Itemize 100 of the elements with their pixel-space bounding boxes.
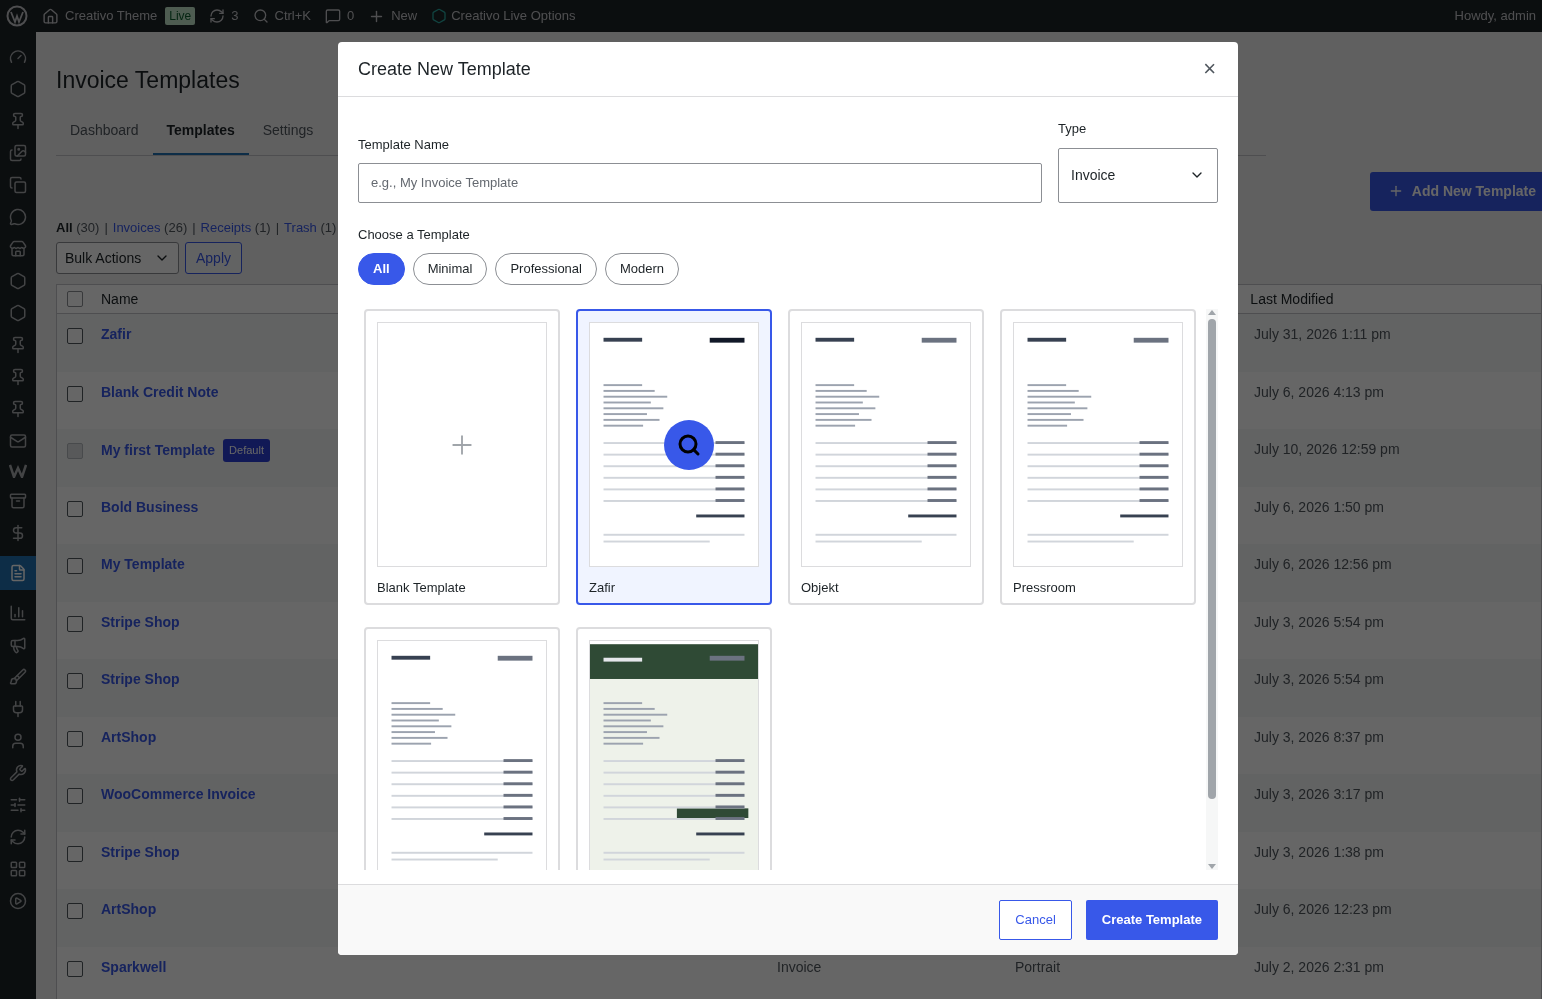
wordpress-logo-icon[interactable] xyxy=(6,5,28,27)
row-checkbox[interactable] xyxy=(67,558,83,574)
menu-icon[interactable] xyxy=(9,892,27,910)
category-pill[interactable]: Professional xyxy=(495,253,597,285)
page-tab[interactable]: Dashboard xyxy=(56,119,153,155)
template-card[interactable]: Objekt xyxy=(788,309,984,605)
row-checkbox[interactable] xyxy=(67,845,83,862)
menu-icon[interactable] xyxy=(9,144,27,162)
scroll-up-icon[interactable] xyxy=(1208,309,1216,317)
hexagon-logo-icon[interactable] xyxy=(431,8,448,24)
template-card[interactable]: Pressroom xyxy=(1000,309,1196,605)
template-link[interactable]: Sparkwell xyxy=(101,956,167,978)
template-link[interactable]: Stripe Shop xyxy=(101,669,180,690)
menu-icon[interactable] xyxy=(9,860,27,878)
new-link[interactable]: New xyxy=(391,6,418,26)
menu-icon[interactable] xyxy=(9,492,27,510)
template-link[interactable]: Stripe Shop xyxy=(101,611,180,633)
row-checkbox[interactable] xyxy=(67,960,83,977)
page-tab[interactable]: Settings xyxy=(248,119,328,155)
menu-icon[interactable] xyxy=(9,176,27,194)
row-checkbox[interactable] xyxy=(67,385,83,402)
menu-icon[interactable] xyxy=(9,48,27,66)
updates-count[interactable]: 3 xyxy=(231,6,239,26)
scrollbar[interactable] xyxy=(1206,309,1218,870)
create-template-button[interactable]: Create Template xyxy=(1085,900,1218,940)
menu-icon[interactable] xyxy=(9,112,27,130)
row-checkbox[interactable] xyxy=(67,615,83,632)
table-cell-text: July 6, 2026 12:23 pm xyxy=(1254,900,1392,919)
template-name: Blank Template xyxy=(377,579,467,597)
template-card[interactable]: Zafir xyxy=(576,309,772,605)
template-link[interactable]: Zafir xyxy=(101,324,132,345)
template-name-field[interactable]: e.g., My Invoice Template xyxy=(358,162,1042,203)
template-name: Zafir xyxy=(589,579,616,597)
type-select[interactable]: Invoice xyxy=(1058,147,1218,203)
template-link[interactable]: Stripe Shop xyxy=(101,841,180,863)
template-link[interactable]: My Template xyxy=(101,554,185,575)
menu-icon[interactable] xyxy=(9,400,27,418)
menu-icon[interactable] xyxy=(9,368,27,386)
add-new-template-button[interactable]: Add New Template xyxy=(1369,171,1542,211)
close-button[interactable]: × xyxy=(1201,58,1218,80)
status-filter[interactable]: Trash (1) xyxy=(284,217,337,237)
template-link[interactable]: ArtShop xyxy=(101,726,157,748)
comments-icon[interactable] xyxy=(325,8,341,24)
table-cell-text: July 31, 2026 1:11 pm xyxy=(1254,325,1391,344)
template-name: Objekt xyxy=(801,579,840,597)
row-checkbox[interactable] xyxy=(67,673,83,689)
menu-icon[interactable] xyxy=(9,828,27,846)
updates-icon[interactable] xyxy=(209,8,226,24)
menu-icon[interactable] xyxy=(9,336,27,354)
table-cell-text: July 6, 2026 12:56 pm xyxy=(1254,555,1392,574)
page-tab[interactable]: Templates xyxy=(152,119,249,155)
template-link[interactable]: WooCommerce Invoice xyxy=(101,784,256,805)
bulk-actions-select[interactable]: Bulk Actions xyxy=(56,242,179,274)
menu-icon[interactable] xyxy=(9,80,27,98)
menu-icon[interactable] xyxy=(9,240,27,258)
row-checkbox[interactable] xyxy=(67,730,83,747)
menu-icon[interactable] xyxy=(9,604,27,622)
home-icon[interactable] xyxy=(42,7,59,25)
apply-button[interactable]: Apply xyxy=(185,242,243,274)
menu-icon[interactable] xyxy=(9,732,27,750)
menu-icon[interactable] xyxy=(0,556,36,590)
scroll-down-icon[interactable] xyxy=(1208,862,1216,870)
menu-icon[interactable] xyxy=(9,208,27,226)
category-pill[interactable]: Minimal xyxy=(412,253,488,285)
menu-icon[interactable] xyxy=(9,764,27,782)
page-title: Invoice Templates xyxy=(56,66,240,95)
category-pill[interactable]: All xyxy=(358,253,405,285)
menu-icon[interactable] xyxy=(9,432,27,450)
menu-icon[interactable] xyxy=(9,796,27,814)
status-filter[interactable]: All (30) xyxy=(56,217,100,237)
template-link[interactable]: Blank Credit Note xyxy=(101,381,219,403)
column-header[interactable]: Name xyxy=(101,288,139,310)
live-options-link[interactable]: Creativo Live Options xyxy=(451,6,576,26)
row-checkbox[interactable] xyxy=(67,788,83,804)
cancel-button[interactable]: Cancel xyxy=(999,900,1072,940)
greeting[interactable]: Howdy, admin xyxy=(1454,6,1536,26)
row-checkbox[interactable] xyxy=(67,500,83,517)
template-link[interactable]: ArtShop xyxy=(101,899,157,920)
filter-separator: | xyxy=(192,218,196,237)
template-card[interactable]: Blank Template xyxy=(364,309,560,605)
table-cell-text: Invoice xyxy=(777,957,823,977)
template-link[interactable]: Bold Business xyxy=(101,496,199,518)
default-badge: Default xyxy=(223,439,270,462)
status-filter[interactable]: Receipts (1) xyxy=(200,217,271,237)
comments-count[interactable]: 0 xyxy=(347,6,355,26)
search-icon[interactable] xyxy=(252,8,269,24)
search-shortcut[interactable]: Ctrl+K xyxy=(274,6,311,26)
menu-icon[interactable] xyxy=(9,272,27,290)
column-header[interactable]: Last Modified xyxy=(1250,288,1334,310)
select-all-checkbox[interactable] xyxy=(67,291,83,307)
menu-icon[interactable] xyxy=(9,304,27,322)
row-checkbox[interactable] xyxy=(67,903,83,919)
category-pill[interactable]: Modern xyxy=(604,253,680,285)
w-logo-icon[interactable] xyxy=(9,464,27,478)
menu-icon[interactable] xyxy=(9,636,27,654)
site-name[interactable]: Creativo Theme xyxy=(65,6,158,26)
menu-icon[interactable] xyxy=(9,668,27,686)
status-filter[interactable]: Invoices (26) xyxy=(112,217,188,237)
row-checkbox[interactable] xyxy=(67,328,83,344)
template-card[interactable] xyxy=(576,627,772,870)
